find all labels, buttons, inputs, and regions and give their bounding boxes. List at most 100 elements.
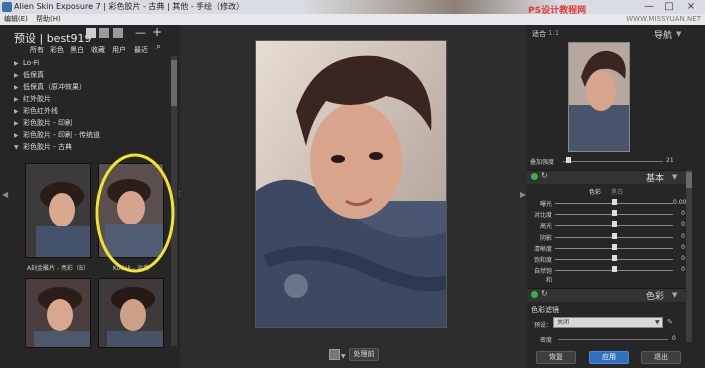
basic-collapse-icon[interactable]: ▼ bbox=[672, 173, 677, 181]
dropdown-arrow-icon[interactable]: ▼ bbox=[341, 353, 346, 360]
preset-thumbnail[interactable] bbox=[98, 278, 164, 348]
slider-knob[interactable] bbox=[612, 266, 617, 273]
adjustments-scrollbar-thumb[interactable] bbox=[686, 172, 692, 188]
portrait-photo-image bbox=[256, 41, 446, 327]
tree-item[interactable]: ▶ 低保真（原冲效果） bbox=[14, 81, 170, 93]
maximize-button[interactable]: □ bbox=[660, 0, 678, 14]
add-preset-icon[interactable]: + bbox=[152, 25, 162, 39]
overlay-strength-label: 叠加强度 bbox=[530, 159, 555, 166]
mode-tab-color[interactable]: 色彩 bbox=[589, 187, 601, 196]
tree-item[interactable]: ▶ 彩色胶片 - 印刷 bbox=[14, 117, 170, 129]
overlay-strength-value: 21 bbox=[666, 157, 674, 164]
density-track[interactable] bbox=[558, 339, 668, 340]
overlay-strength-track[interactable] bbox=[563, 161, 663, 162]
tree-item[interactable]: ▶ 低保真 bbox=[14, 69, 170, 81]
adjustments-scrollbar[interactable] bbox=[686, 170, 692, 342]
slider-label: 饱和度 bbox=[533, 257, 552, 264]
list-view-icon[interactable] bbox=[113, 28, 123, 38]
slider-value: 0 bbox=[681, 255, 685, 262]
exit-button[interactable]: 退出 bbox=[641, 351, 681, 364]
close-button[interactable]: × bbox=[682, 0, 700, 14]
background-photo-strip bbox=[300, 0, 560, 14]
annotation-circle bbox=[95, 153, 175, 273]
zoom-fit-label[interactable]: 适合 bbox=[532, 29, 546, 39]
menu-bar: 编辑(E) 帮助(H) WWW.MISSYUAN.NET bbox=[0, 14, 705, 25]
slider-knob[interactable] bbox=[612, 255, 617, 261]
tab-bw[interactable]: 黑白 bbox=[70, 45, 84, 55]
collapse-right-arrow-icon[interactable]: ▶ bbox=[520, 190, 526, 204]
portrait-thumbnail-image bbox=[26, 164, 90, 257]
collapse-arrow-icon: ▼ bbox=[14, 144, 19, 151]
color-section-label: 色彩 bbox=[646, 292, 665, 302]
preset-scrollbar-thumb[interactable] bbox=[171, 60, 177, 106]
basic-section-label: 基本 bbox=[646, 174, 665, 184]
mode-tab-bw[interactable]: 黑白 bbox=[611, 187, 623, 196]
preset-thumbnail[interactable] bbox=[25, 278, 91, 348]
slider-value: 0 bbox=[681, 243, 685, 251]
preset-thumbnail-label: A刻金雕片 - 亮彩（B） bbox=[26, 265, 90, 272]
tab-recent[interactable]: 最近 bbox=[134, 45, 148, 55]
grid-large-view-icon[interactable] bbox=[86, 28, 96, 38]
slider-label: 阴影 bbox=[539, 234, 552, 242]
slider-knob[interactable] bbox=[612, 221, 617, 228]
tree-item[interactable]: ▶ 红外胶片 bbox=[14, 93, 170, 105]
tab-favorites[interactable]: 收藏 bbox=[91, 45, 105, 55]
reset-button[interactable]: 恢复 bbox=[536, 351, 576, 364]
navigator-collapse-icon[interactable]: ▼ bbox=[676, 30, 681, 38]
slider-value: 0 bbox=[681, 210, 685, 218]
minimize-button[interactable]: — bbox=[640, 0, 658, 14]
portrait-navigator-image bbox=[569, 43, 629, 151]
zoom-ratio-label[interactable]: 1:1 bbox=[548, 29, 559, 37]
adjustment-slider-row[interactable]: 饱和度 0 bbox=[527, 254, 687, 264]
menu-help[interactable]: 帮助(H) bbox=[36, 14, 61, 25]
navigator-label: 导航 bbox=[654, 31, 673, 41]
portrait-thumbnail-image bbox=[26, 279, 90, 347]
tab-user[interactable]: 用户 bbox=[112, 45, 126, 55]
section-enable-icon[interactable] bbox=[531, 173, 538, 180]
slider-knob[interactable] bbox=[612, 243, 617, 250]
preset-thumbnail[interactable] bbox=[25, 163, 91, 258]
site-url-watermark: WWW.MISSYUAN.NET bbox=[626, 15, 701, 23]
reset-section-icon[interactable]: ↻ bbox=[541, 171, 548, 180]
slider-knob[interactable] bbox=[612, 232, 617, 239]
density-label: 密度 bbox=[540, 337, 553, 344]
slider-knob[interactable] bbox=[612, 210, 617, 217]
adjustment-slider-row[interactable]: 高光 0 bbox=[527, 220, 687, 230]
eyedropper-icon[interactable]: ✎ bbox=[667, 318, 673, 326]
before-after-button[interactable]: 处理前 bbox=[349, 348, 379, 361]
compare-view-icon[interactable] bbox=[329, 349, 340, 360]
adjustment-slider-row[interactable]: 阴影 0 bbox=[527, 232, 687, 242]
overlay-strength-knob[interactable] bbox=[566, 157, 571, 163]
window-title: Alien Skin Exposure 7 | 彩色胶片 - 古典 | 其他 -… bbox=[14, 2, 245, 11]
tree-item[interactable]: ▶ 彩色胶片 - 印刷 - 传统道 bbox=[14, 129, 170, 141]
title-bar: Alien Skin Exposure 7 | 彩色胶片 - 古典 | 其他 -… bbox=[0, 0, 705, 16]
adjustment-slider-row[interactable]: 对比度 0 bbox=[527, 209, 687, 219]
collapse-left-arrow-icon[interactable]: ◀ bbox=[2, 190, 8, 204]
section-enable-icon[interactable] bbox=[531, 291, 538, 298]
tab-color[interactable]: 彩色 bbox=[50, 45, 64, 55]
color-filter-preset-select[interactable]: 关闭 bbox=[553, 317, 663, 328]
navigator-thumbnail[interactable] bbox=[568, 42, 630, 152]
tree-item[interactable]: ▶ Lo-Fi bbox=[14, 57, 170, 69]
adjustment-slider-row[interactable]: 曝光 0.00 bbox=[527, 198, 687, 208]
tree-item[interactable]: ▶ 彩色红外线 bbox=[14, 105, 170, 117]
grid-small-view-icon[interactable] bbox=[99, 28, 109, 38]
collapse-all-icon[interactable]: — bbox=[135, 26, 146, 39]
reset-section-icon[interactable]: ↻ bbox=[541, 289, 548, 298]
menu-edit[interactable]: 编辑(E) bbox=[4, 14, 28, 25]
apply-button[interactable]: 应用 bbox=[589, 351, 629, 364]
slider-label: 高光 bbox=[539, 223, 552, 231]
splitter-handle-icon[interactable]: ⋮ bbox=[176, 190, 183, 202]
select-dropdown-icon: ▼ bbox=[655, 319, 660, 326]
slider-knob[interactable] bbox=[612, 199, 617, 205]
slider-label: 清晰度 bbox=[533, 245, 552, 253]
adjustment-slider-row[interactable]: 清晰度 0 bbox=[527, 243, 687, 253]
search-icon[interactable]: ⌕ bbox=[156, 42, 161, 52]
slider-value: 0 bbox=[681, 266, 685, 274]
tab-all[interactable]: 所有 bbox=[30, 45, 44, 55]
adjustment-slider-row[interactable]: 自然饱和 0 bbox=[527, 265, 687, 284]
slider-label: 自然饱和 bbox=[533, 268, 552, 285]
color-collapse-icon[interactable]: ▼ bbox=[672, 291, 677, 299]
preview-photo[interactable] bbox=[255, 40, 447, 328]
color-filter-label: 色彩滤镜 bbox=[531, 306, 559, 314]
